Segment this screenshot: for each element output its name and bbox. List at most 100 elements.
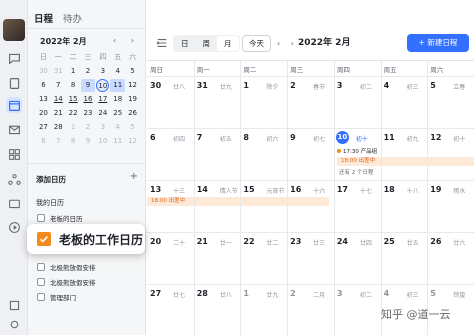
mini-day[interactable]: 5 [125, 65, 140, 78]
mini-day[interactable]: 4 [110, 121, 125, 134]
checkbox[interactable] [37, 263, 45, 271]
day-cell[interactable]: 1 廿九 [240, 289, 287, 335]
day-cell[interactable]: 18 十八 [381, 185, 428, 231]
mini-day[interactable]: 13 [36, 93, 51, 106]
day-cell[interactable]: 19 雨水 [427, 185, 474, 231]
day-cell[interactable]: 20 二十 [147, 237, 194, 283]
day-cell[interactable]: 22 廿二 [240, 237, 287, 283]
view-week[interactable]: 周 [196, 36, 218, 51]
workplace-icon[interactable] [6, 195, 22, 211]
mini-day[interactable]: 1 [66, 121, 81, 134]
avatar[interactable] [3, 19, 25, 41]
mini-day[interactable]: 23 [81, 107, 96, 120]
day-cell[interactable]: 2 二月 [287, 289, 334, 335]
mini-day[interactable]: 2 [81, 65, 96, 78]
mini-day[interactable]: 7 [51, 79, 66, 92]
mini-day[interactable]: 6 [36, 135, 51, 148]
calendar-icon[interactable] [6, 97, 22, 113]
day-cell[interactable]: 8 初六 [240, 133, 287, 179]
mini-day[interactable]: 8 [66, 79, 81, 92]
mini-day[interactable]: 22 [66, 107, 81, 120]
day-cell[interactable]: 21 廿一 [194, 237, 241, 283]
day-cell[interactable]: 28 廿八 [194, 289, 241, 335]
mini-day[interactable]: 12 [125, 79, 140, 92]
day-cell[interactable]: 3 初二 [334, 81, 381, 127]
tab-schedule[interactable]: 日程 [34, 11, 53, 25]
help-icon[interactable] [6, 297, 22, 313]
day-cell[interactable]: 31 廿九 [194, 81, 241, 127]
mini-day[interactable]: 17 [95, 93, 110, 106]
view-day[interactable]: 日 [174, 36, 196, 51]
event-bar[interactable]: 18:00 出差中 [147, 197, 329, 206]
add-calendar-button[interactable]: + [130, 171, 138, 182]
day-cell[interactable]: 2 春节 [287, 81, 334, 127]
mini-day[interactable]: 11 [110, 79, 126, 92]
checkbox[interactable] [37, 278, 45, 286]
mini-day[interactable]: 9 [81, 135, 96, 148]
mini-day[interactable]: 3 [95, 65, 110, 78]
mini-day[interactable]: 2 [81, 121, 96, 134]
day-cell[interactable]: 6 初四 [147, 133, 194, 179]
mini-day[interactable]: 3 [95, 121, 110, 134]
day-cell[interactable]: 17 十七 [334, 185, 381, 231]
calendar-item-zoom[interactable]: 老板的工作日历 [27, 224, 145, 254]
mini-day[interactable]: 28 [51, 121, 66, 134]
day-cell[interactable]: 16 十六 [287, 185, 334, 231]
settings-icon[interactable] [6, 316, 22, 332]
event-item[interactable]: 17:30 产品组 [337, 147, 377, 155]
day-cell[interactable]: 13 十三 [147, 185, 194, 231]
mini-day[interactable]: 19 [125, 93, 140, 106]
mini-day[interactable]: 18 [110, 93, 125, 106]
day-cell[interactable]: 14 情人节 [194, 185, 241, 231]
day-cell[interactable]: 7 初五 [194, 133, 241, 179]
checked-checkbox-icon[interactable] [37, 232, 51, 246]
collapse-sidebar-icon[interactable] [155, 36, 169, 50]
mini-day[interactable]: 8 [66, 135, 81, 148]
mini-day[interactable]: 24 [95, 107, 110, 120]
mini-day[interactable]: 10 [96, 79, 110, 92]
mini-day[interactable]: 7 [51, 135, 66, 148]
mini-day[interactable]: 11 [110, 135, 125, 148]
mini-day[interactable]: 20 [36, 107, 51, 120]
view-month[interactable]: 月 [217, 36, 239, 51]
mini-day[interactable]: 30 [36, 65, 51, 78]
more-events-link[interactable]: 还有 2 个日程 [339, 168, 374, 176]
day-cell[interactable]: 27 廿七 [147, 289, 194, 335]
mini-day[interactable]: 27 [36, 121, 51, 134]
mini-day[interactable]: 15 [66, 93, 81, 106]
calendar-item[interactable]: 管理部门 [37, 292, 76, 302]
mini-day[interactable]: 9 [80, 79, 96, 92]
mini-day[interactable]: 16 [81, 93, 96, 106]
mini-day[interactable]: 4 [110, 65, 125, 78]
tab-todo[interactable]: 待办 [63, 11, 82, 25]
checkbox[interactable] [37, 293, 45, 301]
mini-day[interactable]: 1 [66, 65, 81, 78]
day-cell[interactable]: 3 初二 [334, 289, 381, 335]
day-cell[interactable]: 11 初九 [381, 133, 428, 179]
apps-icon[interactable] [6, 146, 22, 162]
day-cell[interactable]: 4 初三 [381, 81, 428, 127]
calendar-item[interactable]: 老板的日历 [37, 213, 83, 223]
mini-day[interactable]: 12 [125, 135, 140, 148]
today-button[interactable]: 今天 [242, 35, 271, 52]
day-cell[interactable]: 25 廿五 [381, 237, 428, 283]
calendar-item[interactable]: 北极熊放假安排 [37, 262, 96, 272]
chat-icon[interactable] [6, 50, 22, 66]
mini-day[interactable]: 14 [51, 93, 66, 106]
event-bar[interactable]: 18:00 出差中 [337, 157, 474, 166]
video-icon[interactable] [6, 219, 22, 235]
calendar-item[interactable]: 北极熊放假安排 [37, 277, 96, 287]
day-cell[interactable]: 12 初十 [427, 133, 474, 179]
mini-day[interactable]: 26 [125, 107, 140, 120]
day-cell[interactable]: 9 初七 [287, 133, 334, 179]
day-cell[interactable]: 30 廿八 [147, 81, 194, 127]
mini-day[interactable]: 5 [125, 121, 140, 134]
day-cell[interactable]: 5 立春 [427, 81, 474, 127]
mini-day[interactable]: 6 [36, 79, 51, 92]
mail-icon[interactable] [6, 121, 22, 137]
org-icon[interactable] [6, 171, 22, 187]
day-cell[interactable]: 15 元宵节 [240, 185, 287, 231]
mini-day[interactable]: 25 [110, 107, 125, 120]
checkbox[interactable] [37, 214, 45, 222]
mini-day[interactable]: 21 [51, 107, 66, 120]
